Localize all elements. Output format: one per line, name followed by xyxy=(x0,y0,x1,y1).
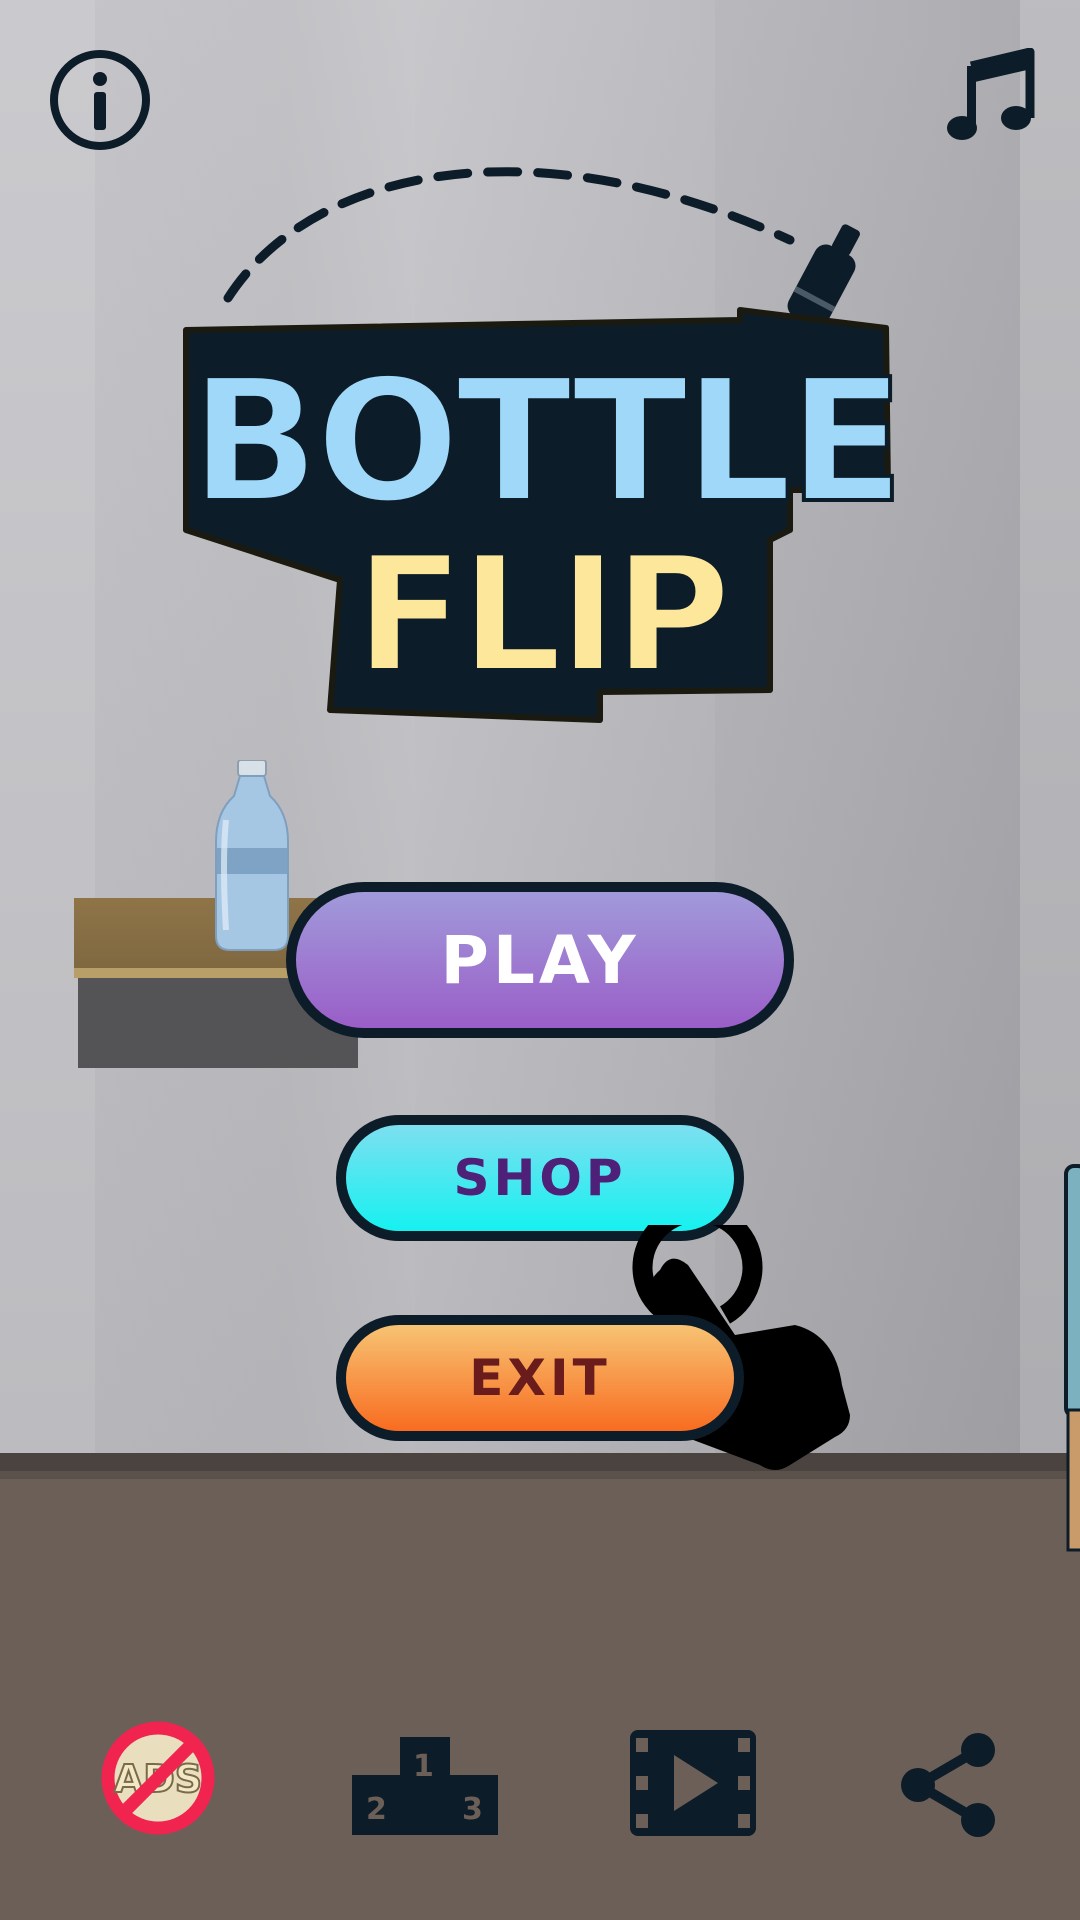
title-line2: FLIP xyxy=(355,521,727,708)
play-label: PLAY xyxy=(440,921,640,999)
play-button[interactable]: PLAY xyxy=(286,882,794,1038)
floor-edge xyxy=(0,1453,1080,1479)
video-button[interactable] xyxy=(630,1730,756,1836)
leaderboard-button[interactable]: 1 2 3 xyxy=(352,1737,498,1835)
exit-label: EXIT xyxy=(469,1349,611,1407)
game-logo: BOTTLE FLIP xyxy=(150,130,910,730)
floor xyxy=(0,1479,1080,1920)
video-play-icon xyxy=(630,1730,756,1836)
water-bottle xyxy=(215,760,289,951)
info-icon[interactable] xyxy=(46,46,154,154)
podium-first: 1 xyxy=(413,1749,434,1784)
exit-button[interactable]: EXIT xyxy=(336,1315,744,1441)
share-icon xyxy=(901,1733,995,1837)
chair-edge xyxy=(1064,1164,1080,1552)
shop-label: SHOP xyxy=(453,1149,627,1207)
share-button[interactable] xyxy=(898,1732,998,1838)
no-ads-icon: ADS xyxy=(101,1721,215,1835)
music-note-icon[interactable] xyxy=(945,48,1035,144)
logo-artwork: BOTTLE FLIP xyxy=(183,167,906,723)
no-ads-button[interactable]: ADS xyxy=(100,1720,216,1836)
podium-third: 3 xyxy=(462,1792,483,1827)
title-line1: BOTTLE xyxy=(190,343,900,541)
shop-button[interactable]: SHOP xyxy=(336,1115,744,1241)
podium-second: 2 xyxy=(366,1792,387,1827)
